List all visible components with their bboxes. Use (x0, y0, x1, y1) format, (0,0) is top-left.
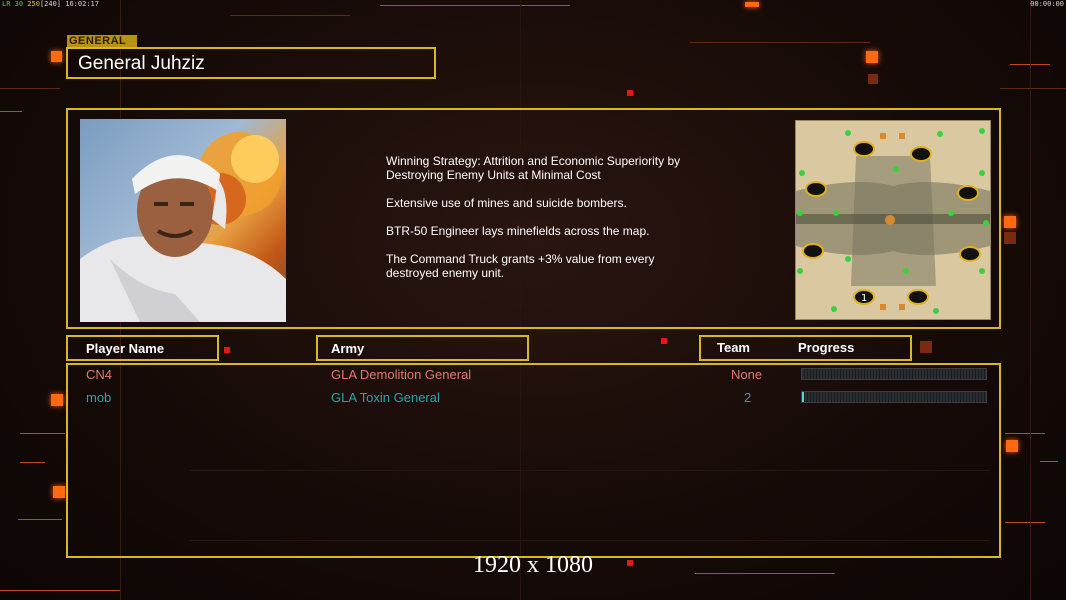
player-team: None (731, 367, 763, 382)
player-name: mob (86, 390, 112, 405)
player-row: CN4 GLA Demolition General None (68, 365, 999, 387)
loading-progress-bar (801, 368, 987, 380)
start-position-label: 1 (861, 293, 867, 304)
description-line: Winning Strategy: Attrition and Economic… (386, 154, 681, 182)
column-header-team: Team (717, 340, 750, 355)
general-title-box: General Juhziz (66, 47, 436, 79)
player-list: CN4 GLA Demolition General None mob GLA … (66, 363, 1001, 558)
general-portrait (80, 119, 286, 322)
loading-progress-bar (801, 391, 987, 403)
description-line: BTR-50 Engineer lays minefields across t… (386, 224, 650, 238)
column-header-progress: Progress (798, 340, 855, 355)
progress-fill (802, 392, 804, 402)
player-team: 2 (744, 390, 752, 405)
player-row: mob GLA Toxin General 2 (68, 388, 999, 410)
resolution-overlay: 1920 x 1080 (473, 552, 593, 578)
column-header-team-progress: Team Progress (699, 335, 912, 361)
game-clock: 00:00:00 (1030, 0, 1064, 8)
player-name: CN4 (86, 367, 113, 382)
player-army: GLA Toxin General (331, 390, 440, 405)
strategy-description: Winning Strategy: Attrition and Economic… (386, 154, 726, 294)
general-name: General Juhziz (78, 53, 205, 74)
map-preview: 1 (795, 120, 991, 320)
column-header-player-name: Player Name (66, 335, 219, 361)
fps-counter: LR 30 250[240] 16:02:17 (2, 0, 99, 8)
description-line: Extensive use of mines and suicide bombe… (386, 196, 627, 210)
player-army: GLA Demolition General (331, 367, 472, 382)
column-header-army: Army (316, 335, 529, 361)
description-line: The Command Truck grants +3% value from … (386, 252, 655, 280)
general-info-panel: Winning Strategy: Attrition and Economic… (66, 108, 1001, 329)
general-tag: GENERAL (67, 35, 137, 47)
